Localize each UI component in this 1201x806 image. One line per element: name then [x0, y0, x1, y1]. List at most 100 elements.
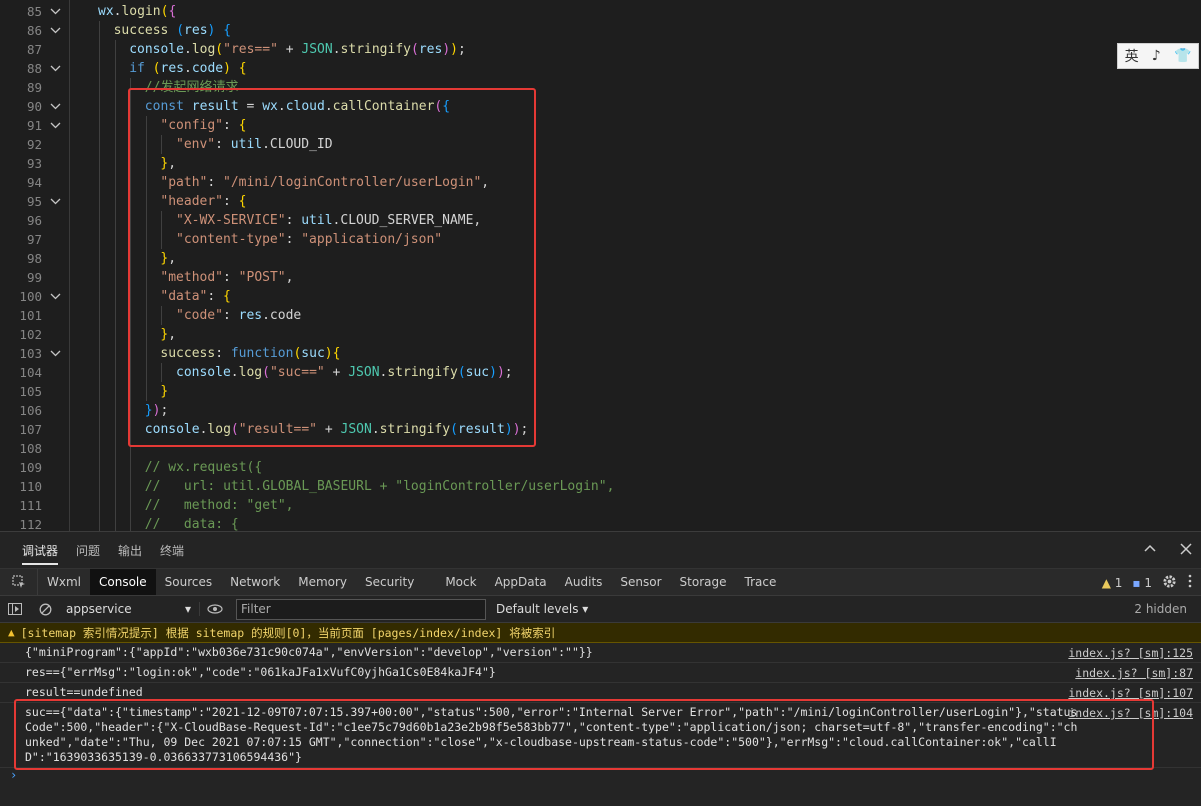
- fold-chevron-icon[interactable]: [50, 21, 62, 40]
- indent-guide: [99, 40, 100, 59]
- log-levels-select[interactable]: Default levels ▾: [496, 602, 588, 616]
- indent-guide: [114, 458, 116, 477]
- code-text: console.log("result==" + JSON.stringify(…: [145, 420, 529, 439]
- panel-tab-terminal[interactable]: 终端: [160, 534, 184, 567]
- code-token: console: [144, 422, 200, 437]
- inspect-element-icon[interactable]: [0, 569, 38, 595]
- tool-tab-mock[interactable]: Mock: [436, 569, 485, 595]
- tool-tab-appdata[interactable]: AppData: [486, 569, 556, 595]
- indent-guide: [130, 420, 132, 439]
- code-token: res: [160, 61, 184, 76]
- code-token: login: [121, 4, 161, 19]
- fold-chevron-icon[interactable]: [50, 116, 62, 135]
- line-number: 91: [26, 118, 42, 133]
- warning-count-badge[interactable]: ▲ 1: [1102, 576, 1123, 590]
- tool-tab-network[interactable]: Network: [221, 569, 289, 595]
- indent-guide: [145, 135, 147, 154]
- context-select[interactable]: appservice ▾: [60, 602, 200, 616]
- code-token: res: [238, 308, 263, 323]
- line-number: 90: [26, 99, 42, 114]
- indent-guide: [99, 211, 100, 230]
- indent-guide: [114, 192, 116, 211]
- code-token: "suc==": [269, 365, 325, 380]
- indent-guide: [130, 135, 132, 154]
- code-line: 95 "header": {: [0, 192, 1201, 211]
- indent-guide: [130, 116, 132, 135]
- indent-guide: [130, 382, 132, 401]
- line-number: 93: [26, 156, 42, 171]
- code-token: "path": [160, 175, 208, 190]
- source-link[interactable]: index.js? [sm]:104: [1068, 706, 1193, 721]
- indent-guide: [161, 135, 163, 154]
- indent-guide: [99, 325, 100, 344]
- code-line: 104 console.log("suc==" + JSON.stringify(…: [0, 363, 1201, 382]
- console-row: {"miniProgram":{"appId":"wxb036e731c90c0…: [0, 643, 1201, 663]
- code-token: :: [223, 194, 239, 209]
- indent-guide: [114, 97, 116, 116]
- code-token: .CLOUD_ID: [262, 137, 333, 152]
- indent-guide: [145, 116, 147, 135]
- fold-chevron-icon[interactable]: [50, 344, 62, 363]
- indent-guide: [114, 59, 116, 78]
- console-row: suc=={"data":{"timestamp":"2021-12-09T07…: [0, 703, 1201, 768]
- code-text: "env": util.CLOUD_ID: [176, 135, 333, 154]
- tool-tab-wxml[interactable]: Wxml: [38, 569, 90, 595]
- fold-chevron-icon[interactable]: [50, 2, 62, 21]
- code-token: //发起网络请求: [144, 80, 239, 95]
- fold-chevron-icon[interactable]: [50, 59, 62, 78]
- console-prompt[interactable]: ›: [10, 768, 1201, 782]
- indent-guide: [99, 268, 100, 287]
- panel-tab-output[interactable]: 输出: [118, 534, 142, 567]
- code-line: 94 "path": "/mini/loginController/userLog…: [0, 173, 1201, 192]
- eye-icon[interactable]: [200, 604, 230, 614]
- code-token: suc: [301, 346, 325, 361]
- fold-chevron-icon[interactable]: [50, 192, 62, 211]
- more-options-icon[interactable]: [1187, 574, 1193, 591]
- line-number: 109: [19, 460, 42, 475]
- tool-tab-storage[interactable]: Storage: [671, 569, 736, 595]
- sidebar-toggle-icon[interactable]: [0, 603, 30, 615]
- code-token: ;: [160, 403, 169, 418]
- indent-guide: [114, 363, 116, 382]
- fold-chevron-icon[interactable]: [50, 287, 62, 306]
- tool-tab-console[interactable]: Console: [90, 569, 156, 595]
- tool-tab-security[interactable]: Security: [356, 569, 436, 595]
- indent-guide: [145, 173, 147, 192]
- warning-icon: ▲: [8, 626, 15, 639]
- code-token: JSON: [340, 422, 372, 437]
- source-link[interactable]: index.js? [sm]:107: [1068, 686, 1193, 701]
- line-number: 98: [26, 251, 42, 266]
- code-token: :: [215, 137, 231, 152]
- code-line: 111 // method: "get",: [0, 496, 1201, 515]
- tool-tab-memory[interactable]: Memory: [289, 569, 356, 595]
- tool-tab-trace[interactable]: Trace: [736, 569, 786, 595]
- tool-tab-audits[interactable]: Audits: [556, 569, 612, 595]
- message-count-badge[interactable]: ▪ 1: [1132, 576, 1152, 590]
- panel-tab-debugger[interactable]: 调试器: [22, 534, 59, 567]
- gear-icon[interactable]: [1162, 574, 1177, 592]
- tool-tab-sensor[interactable]: Sensor: [611, 569, 670, 595]
- line-number: 96: [26, 213, 42, 228]
- panel-tab-problems[interactable]: 问题: [76, 534, 100, 567]
- fold-chevron-icon[interactable]: [50, 97, 62, 116]
- code-editor[interactable]: 85 wx.login({86 success (res) {87 console.l…: [0, 0, 1201, 531]
- filter-input[interactable]: Filter: [236, 598, 486, 620]
- indent-guide: [99, 192, 100, 211]
- close-icon[interactable]: [1179, 542, 1193, 560]
- line-number: 89: [26, 80, 42, 95]
- source-link[interactable]: index.js? [sm]:87: [1075, 666, 1193, 681]
- tool-tab-sources[interactable]: Sources: [156, 569, 221, 595]
- clear-console-icon[interactable]: [30, 603, 60, 616]
- code-text: "config": {: [160, 116, 246, 135]
- code-line: 86 success (res) {: [0, 21, 1201, 40]
- chevron-up-icon[interactable]: [1143, 542, 1157, 560]
- indent-guide: [99, 420, 100, 439]
- tool-tabs: Wxml Console Sources Network Memory Secu…: [0, 568, 1201, 596]
- ime-indicator[interactable]: 英 ♪ 👕: [1117, 43, 1199, 69]
- indent-guide: [145, 344, 147, 363]
- source-link[interactable]: index.js? [sm]:125: [1068, 646, 1193, 661]
- console-output[interactable]: ▲ [sitemap 索引情况提示] 根据 sitemap 的规则[0]，当前页…: [0, 623, 1201, 782]
- code-token: =: [238, 99, 263, 114]
- code-token: ;: [457, 42, 466, 57]
